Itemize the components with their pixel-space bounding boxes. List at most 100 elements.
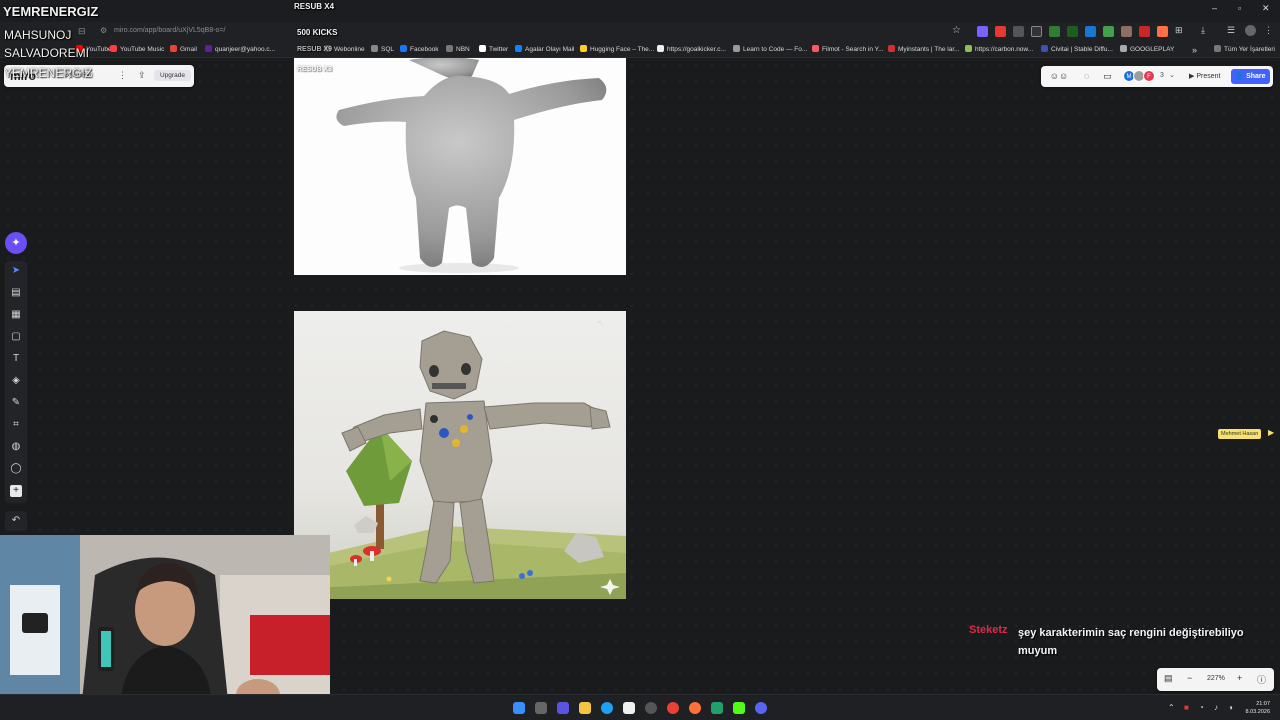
fit-to-screen-icon[interactable]: ▤ bbox=[1164, 673, 1173, 684]
kick-icon[interactable] bbox=[733, 702, 745, 714]
start-menu-icon[interactable] bbox=[513, 702, 525, 714]
help-icon[interactable]: ⓘ bbox=[1257, 673, 1266, 686]
bookmark-item[interactable]: YouTube Music bbox=[110, 42, 164, 58]
pen-tool-icon[interactable]: ✎ bbox=[10, 397, 22, 409]
view-site-info-icon[interactable]: ⊟ bbox=[78, 26, 86, 37]
download-icon[interactable]: ⤓ bbox=[1201, 25, 1205, 36]
clock-date: 8.03.2026 bbox=[1245, 709, 1270, 715]
chrome-icon[interactable] bbox=[667, 702, 679, 714]
extensions-puzzle-icon[interactable]: ⊞ bbox=[1175, 25, 1183, 36]
bookmark-item[interactable]: Facebook bbox=[400, 42, 439, 58]
extension-icon[interactable] bbox=[1085, 26, 1096, 37]
bookmark-item[interactable]: https://carbon.now... bbox=[965, 42, 1033, 58]
extension-icon[interactable] bbox=[1067, 26, 1078, 37]
firefox-icon[interactable] bbox=[689, 702, 701, 714]
discord-icon[interactable] bbox=[755, 702, 767, 714]
templates-icon[interactable]: ▤ bbox=[10, 287, 22, 299]
volume-icon[interactable]: ◑ bbox=[1228, 703, 1233, 712]
frame-tool-icon[interactable]: ⌗ bbox=[10, 419, 22, 431]
bookmark-item[interactable]: quanjeer@yahoo.c... bbox=[205, 42, 275, 58]
video-call-icon[interactable]: ▭ bbox=[1102, 71, 1113, 82]
tray-app-icon[interactable]: ■ bbox=[1184, 703, 1189, 712]
bookmarks-bar: YouTube YouTube Music Gmail quanjeer@yah… bbox=[0, 42, 1280, 58]
export-icon[interactable]: ⇪ bbox=[138, 70, 146, 81]
apps-icon[interactable]: ◍ bbox=[10, 441, 22, 453]
bookmark-item[interactable]: Myinstants | The lar... bbox=[888, 42, 960, 58]
overlay-resub-2: RESUB X9 bbox=[297, 46, 333, 53]
extension-icon[interactable] bbox=[1031, 26, 1042, 37]
all-bookmarks-folder[interactable]: Tüm Yer İşaretleri bbox=[1214, 42, 1275, 58]
copilot-icon[interactable] bbox=[557, 702, 569, 714]
board-image-stone-golem[interactable] bbox=[294, 311, 626, 599]
bookmark-star-icon[interactable]: ☆ bbox=[952, 25, 961, 36]
tune-icon[interactable]: ⚙ bbox=[100, 26, 107, 35]
collaborator-cursor-label: Mehmet Hasan bbox=[1218, 429, 1262, 439]
extension-icon[interactable] bbox=[1121, 26, 1132, 37]
bookmark-item[interactable]: Agalar Olayı Mail bbox=[515, 42, 575, 58]
ai-assist-icon[interactable]: ✦ bbox=[5, 232, 27, 254]
shapes-icon[interactable]: ◈ bbox=[10, 375, 22, 387]
windows-taskbar: ⌃ ■ ◔ ♪ ◑ 21:07 8.03.2026 bbox=[0, 694, 1280, 720]
zoom-in-button[interactable]: + bbox=[1237, 673, 1242, 683]
more-menu-icon[interactable]: ⋮ bbox=[1264, 25, 1273, 36]
address-url[interactable]: miro.com/app/board/uXjVL5qB8-o=/ bbox=[114, 27, 225, 34]
minimize-icon[interactable]: – bbox=[1212, 3, 1217, 13]
upgrade-button[interactable]: Upgrade bbox=[154, 70, 191, 81]
bookmark-item[interactable]: Learn to Code — Fo... bbox=[733, 42, 807, 58]
overlay-resub-3: RESUB X3 bbox=[297, 66, 333, 73]
edge-browser-icon[interactable] bbox=[601, 702, 613, 714]
network-icon[interactable]: ◔ bbox=[1199, 703, 1204, 712]
bookmark-item[interactable]: Twitter bbox=[479, 42, 508, 58]
bookmark-item[interactable]: Hugging Face – The... bbox=[580, 42, 654, 58]
undo-icon[interactable]: ↶ bbox=[5, 511, 27, 531]
board-settings-icon[interactable]: ⋮ bbox=[118, 70, 127, 81]
file-explorer-icon[interactable] bbox=[579, 702, 591, 714]
menu-icon[interactable]: ☰ bbox=[1227, 25, 1235, 36]
zoom-out-button[interactable]: − bbox=[1187, 673, 1192, 683]
text-tool-icon[interactable]: T bbox=[10, 353, 22, 365]
profile-avatar[interactable] bbox=[1245, 25, 1256, 36]
extension-icon[interactable] bbox=[1103, 26, 1114, 37]
bookmark-item[interactable]: SQL bbox=[371, 42, 394, 58]
collaborator-count[interactable]: 3 bbox=[1160, 72, 1164, 79]
store-icon[interactable] bbox=[623, 702, 635, 714]
bookmark-item[interactable]: Gmail bbox=[170, 42, 197, 58]
close-icon[interactable]: ✕ bbox=[1262, 3, 1270, 14]
board-image-blob-character[interactable] bbox=[294, 58, 626, 275]
overlay-name-2: MAHSUNOJ bbox=[4, 28, 72, 42]
bookmark-item[interactable]: NBN bbox=[446, 42, 470, 58]
sticky-note-icon[interactable]: ▢ bbox=[10, 331, 22, 343]
select-tool-icon[interactable]: ➤ bbox=[10, 265, 22, 277]
bookmark-item[interactable]: https://goalkicker.c... bbox=[657, 42, 726, 58]
extension-icon[interactable] bbox=[1139, 26, 1150, 37]
more-tools-icon[interactable]: + bbox=[10, 485, 22, 497]
comment-tool-icon[interactable]: ◯ bbox=[10, 463, 22, 475]
maximize-icon[interactable]: ▫ bbox=[1238, 3, 1241, 13]
extension-icon[interactable] bbox=[995, 26, 1006, 37]
app-icon[interactable] bbox=[711, 702, 723, 714]
collaborator-avatar[interactable]: F bbox=[1143, 70, 1155, 82]
system-clock[interactable]: 21:07 8.03.2026 bbox=[1246, 700, 1270, 716]
chevron-down-icon[interactable]: ⌄ bbox=[1169, 71, 1175, 79]
extension-icon[interactable] bbox=[1013, 26, 1024, 37]
people-icon: 👤 bbox=[1235, 73, 1247, 80]
bookmark-item[interactable]: GOOGLEPLAY bbox=[1120, 42, 1174, 58]
present-button[interactable]: ▶ Present bbox=[1184, 69, 1225, 84]
microphone-icon[interactable]: ♪ bbox=[1214, 703, 1218, 712]
reactions-icon[interactable]: ☺☺ bbox=[1049, 71, 1069, 82]
extension-icon[interactable] bbox=[1157, 26, 1168, 37]
bookmarks-overflow-icon[interactable]: » bbox=[1192, 42, 1197, 58]
share-button[interactable]: 👤 Share bbox=[1231, 69, 1270, 84]
webcam-scene bbox=[0, 535, 330, 720]
frame-layout-icon[interactable]: ▦ bbox=[10, 309, 22, 321]
overlay-name-3: SALVADOREMI bbox=[4, 46, 89, 60]
bookmark-item[interactable]: Civitai | Stable Diffu... bbox=[1041, 42, 1113, 58]
extension-icon[interactable] bbox=[977, 26, 988, 37]
bookmark-item[interactable]: Filmot - Search in Y... bbox=[812, 42, 884, 58]
task-view-icon[interactable] bbox=[535, 702, 547, 714]
extension-icon[interactable] bbox=[1049, 26, 1060, 37]
comments-icon[interactable]: ◌ bbox=[1081, 71, 1092, 82]
tray-overflow-icon[interactable]: ⌃ bbox=[1168, 703, 1175, 712]
obs-icon[interactable] bbox=[645, 702, 657, 714]
zoom-level[interactable]: 227% bbox=[1207, 675, 1225, 682]
